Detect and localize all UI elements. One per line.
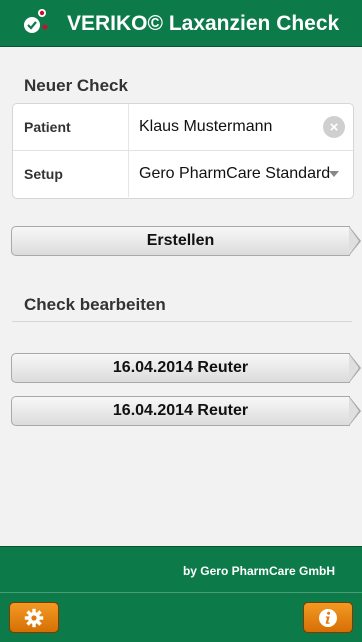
edit-check-heading: Check bearbeiten <box>24 295 166 314</box>
check-item-label: 16.04.2014 Reuter <box>112 359 249 376</box>
check-item-label: 16.04.2014 Reuter <box>112 402 249 419</box>
create-button[interactable]: Erstellen <box>11 226 361 256</box>
create-button-label: Erstellen <box>146 232 215 249</box>
app-footer: by Gero PharmCare GmbH <box>0 546 362 593</box>
settings-button[interactable] <box>9 602 59 633</box>
new-check-form: Patient Klaus Mustermann × Setup Gero Ph… <box>12 103 354 199</box>
info-button[interactable] <box>303 602 353 633</box>
app-title: VERIKO© Laxanzien Check <box>67 12 340 35</box>
section-divider <box>12 321 352 322</box>
bottom-toolbar <box>0 592 362 642</box>
app-header: VERIKO© Laxanzien Check <box>0 0 362 47</box>
setup-label: Setup <box>13 151 129 197</box>
patient-label: Patient <box>13 104 129 150</box>
info-icon <box>319 608 337 627</box>
setup-select[interactable]: Gero PharmCare Standard <box>129 151 353 197</box>
patient-field[interactable]: Klaus Mustermann <box>129 104 353 150</box>
button-arrow-tip <box>349 397 359 425</box>
setup-row: Setup Gero PharmCare Standard <box>13 150 353 197</box>
patient-row: Patient Klaus Mustermann × <box>13 104 353 150</box>
button-arrow-tip <box>349 227 359 255</box>
veriko-logo-icon <box>24 9 48 33</box>
footer-credit: by Gero PharmCare GmbH <box>182 564 335 578</box>
chevron-down-icon[interactable] <box>329 171 339 177</box>
button-arrow-tip <box>349 354 359 382</box>
check-item-button[interactable]: 16.04.2014 Reuter <box>11 353 361 383</box>
new-check-heading: Neuer Check <box>24 76 128 95</box>
check-item-button[interactable]: 16.04.2014 Reuter <box>11 396 361 426</box>
gear-icon <box>24 608 44 627</box>
clear-patient-icon[interactable]: × <box>323 116 345 138</box>
